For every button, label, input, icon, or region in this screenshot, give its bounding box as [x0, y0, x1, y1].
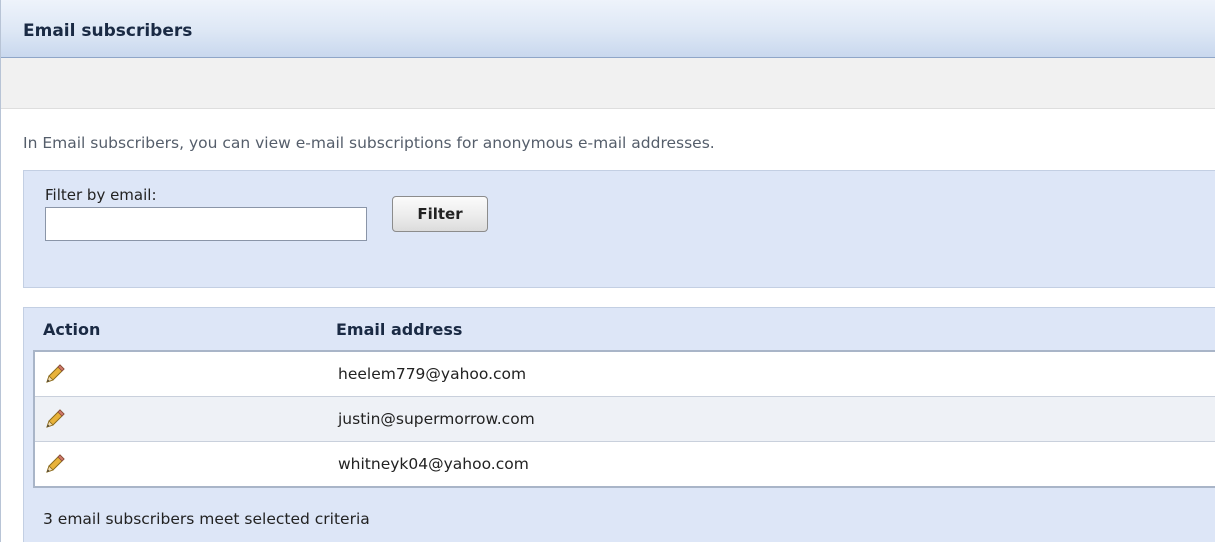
table-row: heelem779@yahoo.com [35, 352, 1215, 397]
email-cell: heelem779@yahoo.com [338, 365, 527, 383]
page-frame: Email subscribers In Email subscribers, … [0, 0, 1215, 542]
grid-header: Action Email address [24, 308, 1215, 350]
page-title: Email subscribers [23, 21, 193, 41]
email-cell: justin@supermorrow.com [338, 410, 535, 428]
grid-body: heelem779@yahoo.com justin@supermorrow.c… [33, 350, 1215, 488]
filter-email-input[interactable] [45, 207, 367, 241]
subscribers-grid: Action Email address heelem779@yahoo.com [23, 307, 1215, 542]
table-row: whitneyk04@yahoo.com [35, 442, 1215, 486]
filter-button[interactable]: Filter [392, 196, 488, 232]
pencil-icon[interactable] [43, 363, 67, 385]
pencil-icon[interactable] [43, 408, 67, 430]
title-bar: Email subscribers [1, 0, 1215, 58]
page-description: In Email subscribers, you can view e-mai… [23, 134, 715, 152]
results-count: 3 email subscribers meet selected criter… [43, 510, 370, 528]
column-header-email[interactable]: Email address [336, 320, 462, 339]
column-header-action[interactable]: Action [43, 320, 100, 339]
filter-panel: Filter by email: Filter [23, 170, 1215, 288]
pencil-icon[interactable] [43, 453, 67, 475]
filter-label: Filter by email: [45, 186, 157, 204]
toolbar-strip [1, 58, 1215, 109]
email-cell: whitneyk04@yahoo.com [338, 455, 529, 473]
table-row: justin@supermorrow.com [35, 397, 1215, 442]
